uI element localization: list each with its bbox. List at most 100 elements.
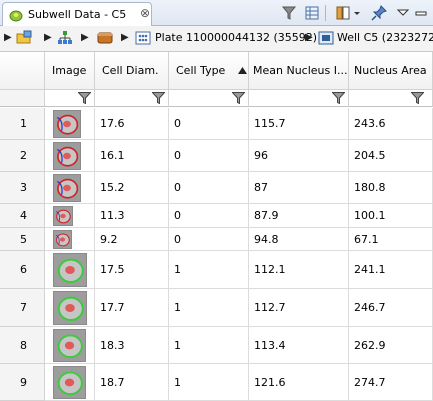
table-cell-nucleus-area[interactable]: 243.6	[349, 108, 433, 140]
cell-thumbnail[interactable]	[53, 291, 87, 325]
cell-value: 0	[174, 209, 181, 222]
table-cell-cell-diam[interactable]: 16.1	[95, 140, 169, 172]
filter-icon[interactable]	[78, 92, 91, 104]
cell-thumbnail[interactable]	[53, 110, 81, 138]
cell-value: 100.1	[354, 209, 386, 222]
plate-icon[interactable]	[135, 30, 151, 46]
table-cell-mean-nucleus[interactable]: 112.1	[249, 251, 349, 289]
protocol-icon[interactable]	[97, 30, 113, 46]
cell-thumbnail[interactable]	[53, 174, 81, 202]
row-header[interactable]: 4	[0, 204, 45, 228]
column-header-nucleus-area[interactable]: Nucleus Area	[349, 52, 433, 90]
table-cell-mean-nucleus[interactable]: 87	[249, 172, 349, 204]
filter-icon[interactable]	[152, 92, 165, 104]
table-cell-mean-nucleus[interactable]: 87.9	[249, 204, 349, 228]
cell-thumbnail[interactable]	[53, 366, 86, 399]
column-layout-icon[interactable]	[334, 4, 352, 22]
cell-value: 87	[254, 181, 268, 194]
table-cell-mean-nucleus[interactable]: 96	[249, 140, 349, 172]
cell-thumbnail[interactable]	[53, 253, 87, 287]
table-cell-cell-type[interactable]: 1	[169, 364, 249, 401]
cell-value: 180.8	[354, 181, 386, 194]
row-header[interactable]: 6	[0, 251, 45, 289]
table-cell-nucleus-area[interactable]: 274.7	[349, 364, 433, 401]
table-cell-cell-type[interactable]: 0	[169, 172, 249, 204]
column-filter-cell-type[interactable]	[169, 90, 249, 107]
filter-icon[interactable]	[411, 92, 424, 104]
view-menu-icon[interactable]	[396, 4, 410, 22]
table-cell-nucleus-area[interactable]: 241.1	[349, 251, 433, 289]
table-cell-mean-nucleus[interactable]: 94.8	[249, 228, 349, 251]
grid-corner[interactable]	[0, 52, 45, 90]
table-cell-cell-diam[interactable]: 17.7	[95, 289, 169, 327]
table-cell-cell-diam[interactable]: 17.5	[95, 251, 169, 289]
column-filter-cell-diam[interactable]	[95, 90, 169, 107]
table-cell-mean-nucleus[interactable]: 113.4	[249, 327, 349, 364]
filter-icon[interactable]	[332, 92, 345, 104]
table-cell-mean-nucleus[interactable]: 112.7	[249, 289, 349, 327]
table-cell-mean-nucleus[interactable]: 115.7	[249, 108, 349, 140]
table-cell-nucleus-area[interactable]: 67.1	[349, 228, 433, 251]
table-cell-cell-diam[interactable]: 17.6	[95, 108, 169, 140]
column-filter-mean-nucleus[interactable]	[249, 90, 349, 107]
table-cell-nucleus-area[interactable]: 100.1	[349, 204, 433, 228]
cell-thumbnail[interactable]	[53, 329, 86, 362]
arrow-right-icon[interactable]: ▶	[81, 32, 89, 43]
cell-value: 0	[174, 117, 181, 130]
breadcrumb-well[interactable]: Well C5 (2323272)	[337, 31, 433, 44]
row-header[interactable]: 7	[0, 289, 45, 327]
filter-icon[interactable]	[232, 92, 245, 104]
cell-thumbnail[interactable]	[53, 142, 81, 170]
table-cell-cell-diam[interactable]: 18.7	[95, 364, 169, 401]
close-icon[interactable]: ⊗	[140, 6, 150, 20]
table-view-icon[interactable]	[303, 4, 321, 22]
cell-thumbnail[interactable]	[53, 206, 73, 226]
cell-value: 274.7	[354, 376, 386, 389]
column-header-cell-type[interactable]: Cell Type	[169, 52, 249, 90]
row-number: 1	[20, 117, 27, 130]
filter-icon[interactable]	[280, 4, 298, 22]
cell-value: 18.3	[100, 339, 125, 352]
table-cell-cell-type[interactable]: 1	[169, 251, 249, 289]
table-cell-nucleus-area[interactable]: 262.9	[349, 327, 433, 364]
table-cell-cell-type[interactable]: 0	[169, 204, 249, 228]
breadcrumb-plate[interactable]: Plate 110000044132 (35592)	[155, 31, 317, 44]
table-cell-cell-type[interactable]: 0	[169, 228, 249, 251]
table-cell-nucleus-area[interactable]: 180.8	[349, 172, 433, 204]
cell-thumbnail[interactable]	[53, 230, 72, 249]
arrow-right-icon[interactable]: ▶	[121, 32, 129, 43]
cell-value: 243.6	[354, 117, 386, 130]
minimize-icon[interactable]	[414, 4, 428, 22]
table-cell-cell-type[interactable]: 0	[169, 108, 249, 140]
row-header[interactable]: 9	[0, 364, 45, 401]
table-cell-mean-nucleus[interactable]: 121.6	[249, 364, 349, 401]
column-filter-nucleus-area[interactable]	[349, 90, 433, 107]
row-header[interactable]: 8	[0, 327, 45, 364]
well-icon[interactable]	[318, 30, 334, 46]
hierarchy-icon[interactable]	[57, 30, 73, 46]
arrow-right-icon[interactable]: ▶	[305, 32, 313, 43]
table-cell-cell-diam[interactable]: 15.2	[95, 172, 169, 204]
table-cell-nucleus-area[interactable]: 204.5	[349, 140, 433, 172]
row-header[interactable]: 1	[0, 108, 45, 140]
table-cell-cell-type[interactable]: 0	[169, 140, 249, 172]
folder-icon[interactable]	[16, 30, 32, 46]
row-header[interactable]: 2	[0, 140, 45, 172]
column-header-image[interactable]: Image	[45, 52, 95, 90]
column-header-mean-nucleus[interactable]: Mean Nucleus I...	[249, 52, 349, 90]
table-cell-cell-type[interactable]: 1	[169, 327, 249, 364]
arrow-right-icon[interactable]: ▶	[44, 32, 52, 43]
table-cell-nucleus-area[interactable]: 246.7	[349, 289, 433, 327]
pin-icon[interactable]	[370, 4, 388, 22]
table-cell-cell-diam[interactable]: 11.3	[95, 204, 169, 228]
chevron-down-icon[interactable]	[352, 4, 362, 22]
column-filter-image[interactable]	[45, 90, 95, 107]
column-header-cell-diam[interactable]: Cell Diam.	[95, 52, 169, 90]
tab-subwell-data[interactable]: Subwell Data - C5 ⊗	[2, 2, 152, 26]
table-cell-cell-diam[interactable]: 18.3	[95, 327, 169, 364]
row-header[interactable]: 5	[0, 228, 45, 251]
arrow-right-icon[interactable]: ▶	[4, 32, 12, 43]
table-cell-cell-type[interactable]: 1	[169, 289, 249, 327]
row-header[interactable]: 3	[0, 172, 45, 204]
table-cell-cell-diam[interactable]: 9.2	[95, 228, 169, 251]
